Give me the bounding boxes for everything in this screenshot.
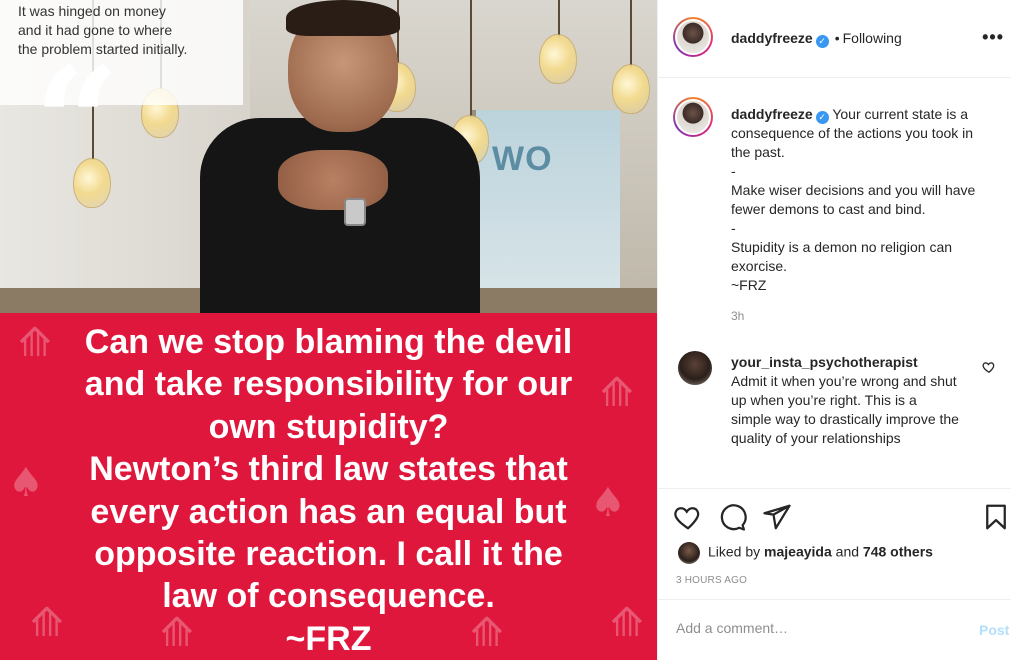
post-side-panel: daddyfreeze ✓ • Following ••• daddyfreeze ✓ … xyxy=(657,0,1011,660)
caption-line: - xyxy=(731,163,736,179)
background-window xyxy=(470,110,620,290)
quote-text: Can we stop blaming the devil and take r… xyxy=(84,323,573,658)
caption-timestamp[interactable]: 3h xyxy=(731,309,744,323)
comment-like-heart-icon[interactable] xyxy=(982,360,996,374)
heart-icon[interactable] xyxy=(673,502,703,532)
caption-line: ~FRZ xyxy=(731,277,767,293)
action-bar: Liked by majeayida and 748 others 3 HOUR… xyxy=(658,488,1011,598)
avatar[interactable] xyxy=(678,351,712,385)
post-header: daddyfreeze ✓ • Following ••• xyxy=(658,0,1011,78)
light-bulb xyxy=(539,34,577,84)
comment-input[interactable] xyxy=(676,620,966,636)
caption-line: - xyxy=(731,220,736,236)
tree-pattern-icon: ♠ xyxy=(8,460,44,506)
following-button[interactable]: Following xyxy=(843,30,902,46)
quote-mark-icon: “ xyxy=(34,35,121,211)
window-sign: WO xyxy=(492,140,553,178)
share-icon[interactable] xyxy=(762,502,792,532)
caption-username[interactable]: daddyfreeze xyxy=(731,106,813,122)
wrist-watch xyxy=(344,198,366,226)
avatar[interactable] xyxy=(673,97,713,137)
avatar[interactable] xyxy=(678,542,700,564)
post-button[interactable]: Post xyxy=(979,622,1009,638)
verified-badge-icon: ✓ xyxy=(815,111,829,124)
likes-count-link[interactable]: 748 others xyxy=(863,544,933,560)
caption-line: Make wiser decisions and you will have f… xyxy=(731,182,976,217)
separator: • xyxy=(834,30,840,46)
comment-box: Post xyxy=(658,599,1011,660)
comment-text: Admit it when you’re wrong and shut up w… xyxy=(731,373,959,446)
bookmark-icon[interactable] xyxy=(981,502,1011,532)
light-bulb xyxy=(612,64,650,114)
verified-badge-icon: ✓ xyxy=(815,35,829,48)
comment-icon[interactable] xyxy=(717,502,747,532)
likes-summary: Liked by majeayida and 748 others xyxy=(678,542,933,564)
post-image[interactable]: WO It was hinged on money and it had gon… xyxy=(0,0,657,660)
avatar[interactable] xyxy=(673,17,713,57)
liker-username[interactable]: majeayida xyxy=(764,544,832,560)
quote-panel: ⟰ ♠ ⟰ ⟰ ♠ ⟰ ⟰ ⟰ Can we stop blaming the … xyxy=(0,313,657,660)
photo-section: WO It was hinged on money and it had gon… xyxy=(0,0,657,313)
comment-username[interactable]: your_insta_psychotherapist xyxy=(731,353,961,372)
caption-line: Stupidity is a demon no religion can exo… xyxy=(731,239,953,274)
header-username[interactable]: daddyfreeze xyxy=(731,30,813,46)
post-age[interactable]: 3 HOURS AGO xyxy=(676,575,747,586)
more-horizontal-icon[interactable]: ••• xyxy=(982,27,1004,48)
